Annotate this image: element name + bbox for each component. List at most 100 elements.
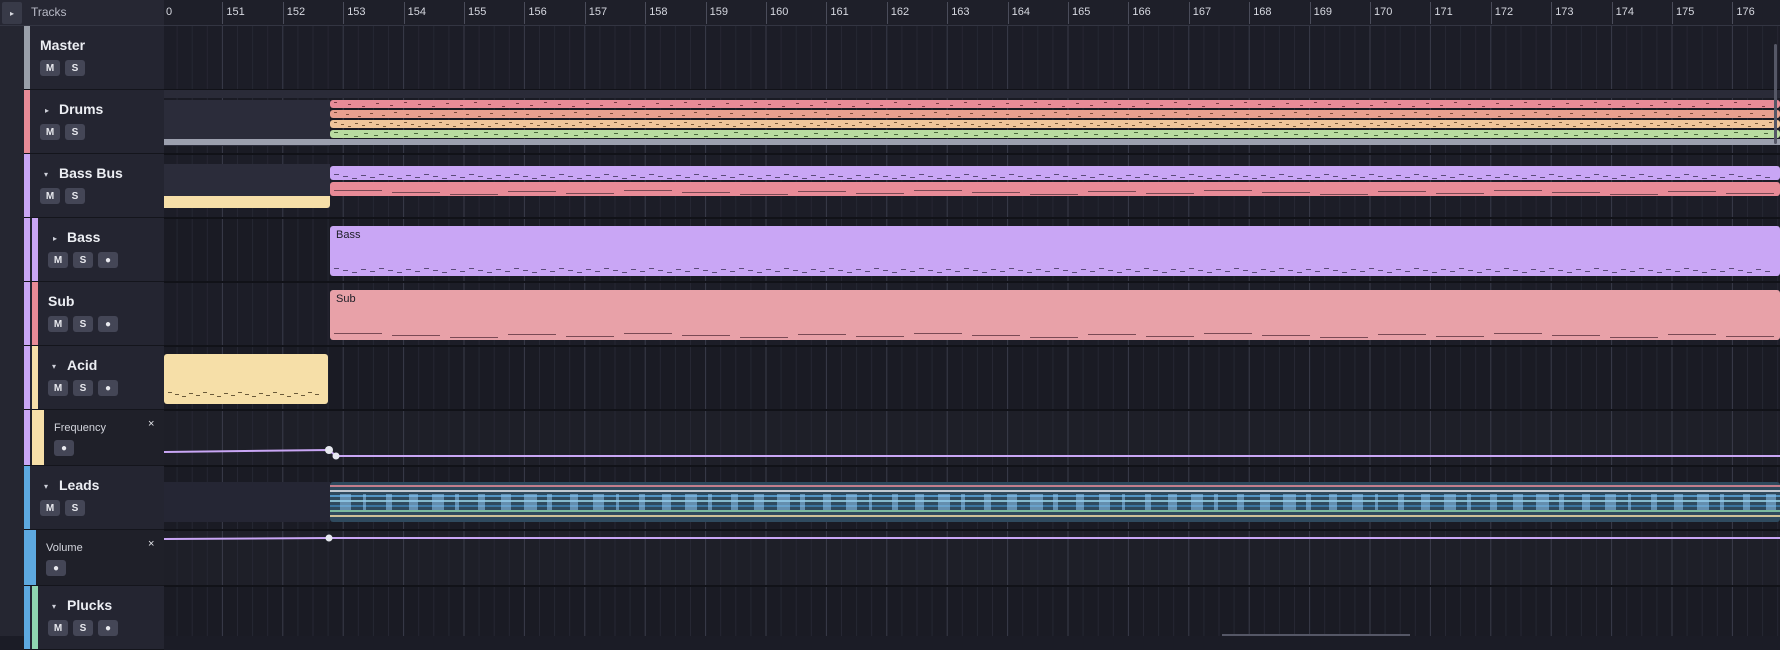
midi-note	[887, 125, 890, 126]
midi-note	[1702, 115, 1705, 116]
solo-button-sub[interactable]: S	[73, 316, 93, 332]
expand-arrow-icon[interactable]: ▸	[53, 234, 57, 243]
ruler-bar-number: 171	[1434, 6, 1453, 18]
midi-note	[382, 115, 385, 116]
midi-note	[376, 124, 379, 125]
midi-note	[768, 104, 771, 105]
midi-note	[1374, 135, 1378, 136]
collapse-arrow-icon[interactable]: ▾	[44, 482, 48, 491]
track-header-bass-bus[interactable]: ▾ Bass Bus M S	[24, 154, 164, 218]
mute-button-acid[interactable]: M	[48, 380, 68, 396]
midi-note	[698, 104, 701, 105]
ruler-bar-number: 169	[1313, 6, 1332, 18]
midi-note	[954, 136, 958, 137]
midi-note	[1153, 270, 1158, 271]
expand-arrow-icon[interactable]: ▸	[45, 106, 49, 115]
midi-note	[1612, 178, 1617, 179]
midi-note	[544, 102, 547, 103]
drums-fx-clip[interactable]	[164, 139, 1780, 145]
close-icon[interactable]: ×	[148, 418, 154, 430]
acid-clip[interactable]	[164, 354, 328, 404]
midi-note	[451, 269, 456, 270]
midi-note	[1534, 112, 1537, 113]
track-header-plucks[interactable]: ▾ Plucks M S ●	[24, 586, 164, 650]
automation-record-button-frequency[interactable]: ●	[54, 440, 74, 456]
midi-note	[1762, 115, 1765, 116]
midi-note	[847, 178, 852, 179]
record-arm-button-plucks[interactable]: ●	[98, 620, 118, 636]
solo-button-leads[interactable]: S	[65, 500, 85, 516]
mute-button-sub[interactable]: M	[48, 316, 68, 332]
bass-clip[interactable]: Bass	[330, 226, 1780, 276]
track-header-master[interactable]: Master M S	[24, 26, 164, 90]
midi-note	[972, 192, 1020, 193]
mute-button-leads[interactable]: M	[40, 500, 60, 516]
midi-note	[530, 123, 533, 124]
mute-button-master[interactable]: M	[40, 60, 60, 76]
midi-note	[859, 122, 862, 123]
track-header-sub[interactable]: Sub M S ●	[24, 282, 164, 346]
midi-note	[1174, 102, 1177, 103]
automation-record-button-volume[interactable]: ●	[46, 560, 66, 576]
drums-snare-clip[interactable]	[330, 110, 1780, 118]
midi-note	[579, 122, 582, 123]
solo-button-bass[interactable]: S	[73, 252, 93, 268]
collapse-arrow-icon[interactable]: ▾	[52, 602, 56, 611]
midi-note	[1404, 136, 1408, 137]
drums-hat-clip[interactable]	[330, 120, 1780, 128]
midi-note	[1030, 337, 1078, 338]
record-arm-button-sub[interactable]: ●	[98, 316, 118, 332]
mute-button-bass[interactable]: M	[48, 252, 68, 268]
mute-button-bass-bus[interactable]: M	[40, 188, 60, 204]
collapse-arrow-icon[interactable]: ▾	[52, 362, 56, 371]
ruler-tick	[826, 2, 828, 24]
midi-note	[196, 395, 200, 396]
midi-note	[1594, 134, 1598, 135]
midi-note	[898, 116, 901, 117]
mute-button-plucks[interactable]: M	[48, 620, 68, 636]
mute-button-drums[interactable]: M	[40, 124, 60, 140]
arrangement-timeline[interactable]: Bass Sub	[164, 26, 1780, 636]
track-header-acid[interactable]: ▾ Acid M S ●	[24, 346, 164, 410]
bassbus-sub-summary-clip[interactable]	[330, 182, 1780, 196]
solo-button-master[interactable]: S	[65, 60, 85, 76]
solo-button-acid[interactable]: S	[73, 380, 93, 396]
midi-note	[494, 134, 498, 135]
vertical-scrollbar[interactable]	[1774, 44, 1777, 144]
midi-note	[1524, 122, 1527, 123]
track-header-leads[interactable]: ▾ Leads M S	[24, 466, 164, 530]
midi-note	[667, 272, 672, 273]
collapse-sidebar-button[interactable]: ▸	[2, 2, 22, 24]
leads-summary-clip[interactable]	[330, 482, 1780, 522]
midi-note	[1314, 122, 1317, 123]
solo-button-drums[interactable]: S	[65, 124, 85, 140]
midi-note	[488, 126, 491, 127]
timeline-ruler[interactable]: 0 151 152 153 154 155 156 157 158 159 160 161 162 163…	[164, 0, 1780, 26]
drums-perc-clip[interactable]	[330, 130, 1780, 138]
midi-note	[1522, 178, 1527, 179]
track-header-bass[interactable]: ▸ Bass M S ●	[24, 218, 164, 282]
midi-note	[1320, 194, 1368, 195]
midi-note	[1297, 272, 1302, 273]
bassbus-bass-summary-clip[interactable]	[330, 166, 1780, 180]
close-icon[interactable]: ×	[148, 538, 154, 550]
drums-kick-clip[interactable]	[330, 100, 1780, 108]
midi-note	[1214, 133, 1218, 134]
solo-button-bass-bus[interactable]: S	[65, 188, 85, 204]
midi-note	[684, 122, 687, 123]
track-header-drums[interactable]: ▸ Drums M S	[24, 90, 164, 154]
midi-note	[294, 393, 298, 394]
midi-note	[810, 105, 813, 106]
automation-header-volume[interactable]: Volume × ●	[24, 530, 164, 586]
midi-note	[1333, 270, 1338, 271]
bassbus-acid-summary-clip[interactable]	[164, 196, 330, 208]
record-arm-button-bass[interactable]: ●	[98, 252, 118, 268]
midi-note	[562, 115, 565, 116]
record-arm-button-acid[interactable]: ●	[98, 380, 118, 396]
midi-note	[550, 271, 555, 272]
sub-clip[interactable]: Sub	[330, 290, 1780, 340]
collapse-arrow-icon[interactable]: ▾	[44, 170, 48, 179]
solo-button-plucks[interactable]: S	[73, 620, 93, 636]
automation-header-frequency[interactable]: Frequency × ●	[24, 410, 164, 466]
record-dot-icon: ●	[104, 622, 112, 634]
